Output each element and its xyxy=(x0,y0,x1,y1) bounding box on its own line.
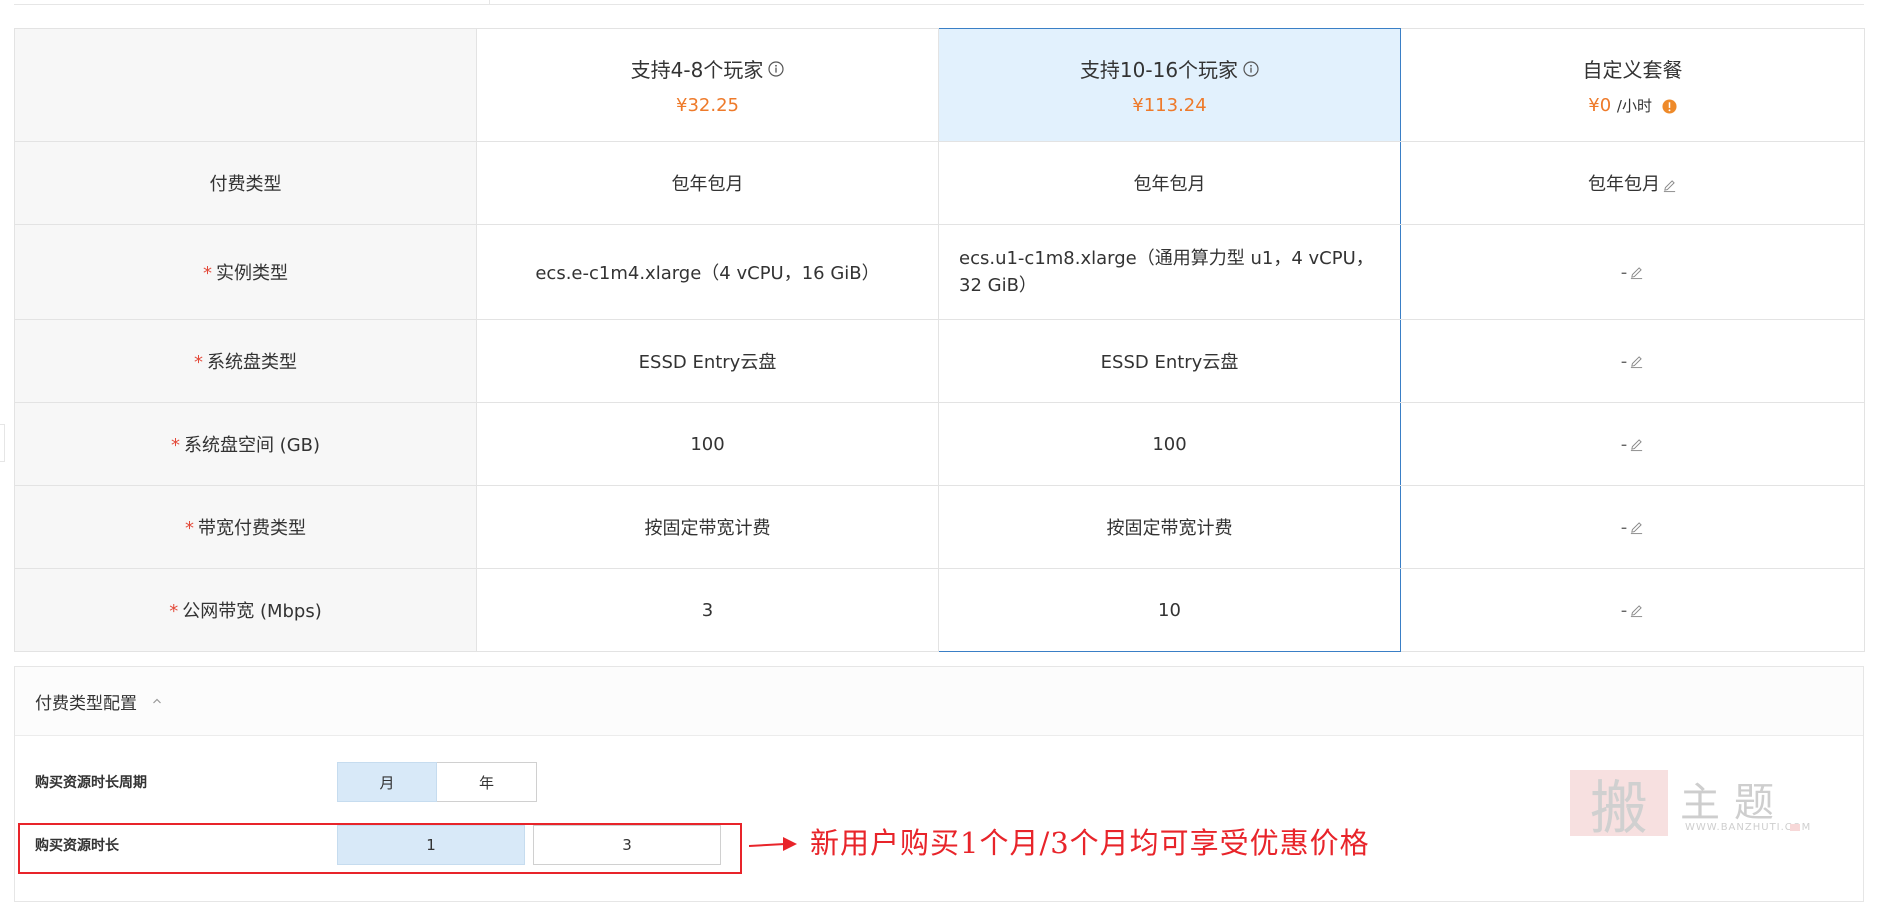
table-row: * 系统盘空间 (GB) 100 100 - xyxy=(14,402,1865,486)
edit-icon[interactable] xyxy=(1629,265,1644,280)
plan-title: 自定义套餐 xyxy=(1583,54,1683,83)
table-row: * 公网带宽 (Mbps) 3 10 - xyxy=(14,568,1865,652)
cell: ESSD Entry云盘 xyxy=(938,319,1401,403)
watermark-text: 主题 xyxy=(1680,780,1788,826)
edit-icon[interactable] xyxy=(1662,178,1677,193)
row-label-text: 带宽付费类型 xyxy=(198,518,306,539)
required-star: * xyxy=(194,352,203,373)
table-row: * 带宽付费类型 按固定带宽计费 按固定带宽计费 - xyxy=(14,485,1865,569)
table-row: 付费类型 包年包月 包年包月 包年包月 xyxy=(14,141,1865,225)
plan-title: 支持10-16个玩家 xyxy=(1080,54,1259,83)
row-label-text: 实例类型 xyxy=(216,263,288,284)
corner-cell xyxy=(14,28,477,142)
period-option-month[interactable]: 月 xyxy=(337,762,437,802)
cell-editable[interactable]: - xyxy=(1400,402,1865,486)
arrow-right-icon xyxy=(749,837,797,851)
edit-icon[interactable] xyxy=(1629,437,1644,452)
plan-price: ¥113.24 xyxy=(1132,95,1207,116)
plan-price-value: ¥0 xyxy=(1588,95,1612,116)
top-divider xyxy=(14,0,1864,5)
row-label-text: 系统盘空间 (GB) xyxy=(183,435,321,456)
cell-editable[interactable]: - xyxy=(1400,568,1865,652)
cell: 100 xyxy=(938,402,1401,486)
cell: 包年包月 xyxy=(938,141,1401,225)
period-option-year[interactable]: 年 xyxy=(437,762,537,802)
plan-title: 支持4-8个玩家 xyxy=(631,54,785,83)
plan-price: ¥32.25 xyxy=(676,95,739,116)
plan-comparison-table: 支持4-8个玩家 ¥32.25 支持10-16个玩家 ¥113.24 自定义套餐… xyxy=(14,28,1865,652)
cell: ecs.u1-c1m8.xlarge（通用算力型 u1，4 vCPU，32 Gi… xyxy=(938,224,1401,320)
payment-config-header[interactable]: 付费类型配置 xyxy=(15,667,1863,736)
row-label-text: 系统盘类型 xyxy=(207,352,297,373)
cell-value: - xyxy=(1620,350,1628,372)
cell-value: - xyxy=(1620,599,1628,621)
required-star: * xyxy=(169,601,179,622)
row-label: * 实例类型 xyxy=(14,224,477,320)
cell-editable[interactable]: - xyxy=(1400,319,1865,403)
watermark-badge: 搬 xyxy=(1570,770,1668,842)
cell: 包年包月 xyxy=(476,141,939,225)
cell-value: 包年包月 xyxy=(1588,174,1660,195)
row-label: * 公网带宽 (Mbps) xyxy=(14,568,477,652)
cell: 3 xyxy=(476,568,939,652)
edit-icon[interactable] xyxy=(1629,354,1644,369)
cell: 按固定带宽计费 xyxy=(476,485,939,569)
plan-card-10-16[interactable]: 支持10-16个玩家 ¥113.24 xyxy=(938,28,1401,142)
cell-value: - xyxy=(1620,516,1628,538)
cell: ESSD Entry云盘 xyxy=(476,319,939,403)
row-label-text: 公网带宽 (Mbps) xyxy=(182,601,322,622)
plan-price: ¥0 /小时 xyxy=(1421,95,1844,116)
required-star: * xyxy=(170,435,180,456)
plan-name: 支持4-8个玩家 xyxy=(630,58,764,82)
section-title: 付费类型配置 xyxy=(35,693,137,714)
table-row: * 系统盘类型 ESSD Entry云盘 ESSD Entry云盘 - xyxy=(14,319,1865,403)
side-collapse-handle[interactable] xyxy=(0,424,5,462)
cell: 100 xyxy=(476,402,939,486)
plan-name: 支持10-16个玩家 xyxy=(1079,58,1239,82)
cell-value: - xyxy=(1620,433,1628,455)
row-label: 付费类型 xyxy=(14,141,477,225)
edit-icon[interactable] xyxy=(1629,520,1644,535)
cell-editable[interactable]: - xyxy=(1400,224,1865,320)
info-icon[interactable] xyxy=(1662,98,1677,114)
cell-editable[interactable]: - xyxy=(1400,485,1865,569)
row-label: * 带宽付费类型 xyxy=(14,485,477,569)
info-icon[interactable] xyxy=(768,60,784,77)
cell-value: - xyxy=(1620,261,1628,283)
edit-icon[interactable] xyxy=(1629,603,1644,618)
cell: 按固定带宽计费 xyxy=(938,485,1401,569)
row-label-text: 付费类型 xyxy=(209,174,282,195)
plan-card-4-8[interactable]: 支持4-8个玩家 ¥32.25 xyxy=(476,28,939,142)
chevron-up-icon[interactable] xyxy=(151,695,163,707)
period-label: 购买资源时长周期 xyxy=(35,775,147,791)
plan-name: 自定义套餐 xyxy=(1582,58,1683,82)
plan-header-row: 支持4-8个玩家 ¥32.25 支持10-16个玩家 ¥113.24 自定义套餐… xyxy=(14,28,1865,142)
table-row: * 实例类型 ecs.e-c1m4.xlarge（4 vCPU，16 GiB） e… xyxy=(14,224,1865,320)
cell: 10 xyxy=(938,568,1401,652)
info-icon[interactable] xyxy=(1243,60,1259,77)
row-label: * 系统盘类型 xyxy=(14,319,477,403)
plan-card-custom[interactable]: 自定义套餐 ¥0 /小时 xyxy=(1400,28,1865,142)
cell-editable[interactable]: 包年包月 xyxy=(1400,141,1865,225)
cell: ecs.e-c1m4.xlarge（4 vCPU，16 GiB） xyxy=(476,224,939,320)
highlight-box xyxy=(18,823,742,874)
promo-annotation: 新用户购买1个月/3个月均可享受优惠价格 xyxy=(810,826,1370,860)
watermark-logo: 搬 主题 WWW.BANZHUTI.COM xyxy=(1570,766,1810,842)
required-star: * xyxy=(203,263,212,284)
required-star: * xyxy=(185,518,194,539)
price-unit: /小时 xyxy=(1616,97,1652,115)
watermark-bar xyxy=(1790,824,1800,831)
period-selector: 月 年 xyxy=(337,762,537,802)
row-label: * 系统盘空间 (GB) xyxy=(14,402,477,486)
